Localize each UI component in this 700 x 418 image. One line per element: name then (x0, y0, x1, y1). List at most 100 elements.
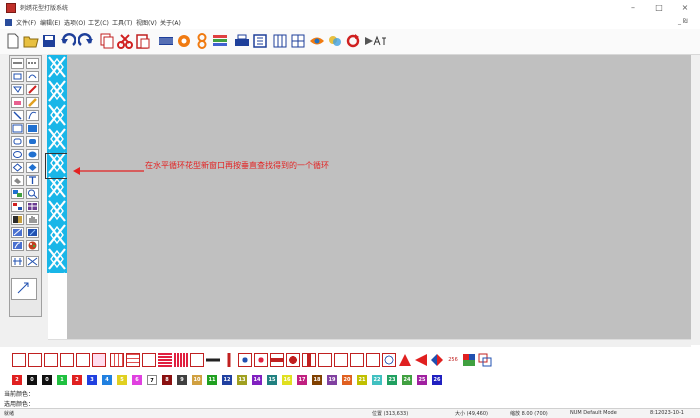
refresh-icon[interactable] (345, 33, 361, 49)
save-icon[interactable] (41, 33, 57, 49)
color-swatch[interactable]: 10 (192, 375, 202, 385)
warning-icon[interactable] (398, 353, 412, 367)
color-swatch[interactable]: 2 (72, 375, 82, 385)
color-swatch[interactable]: 25 (417, 375, 427, 385)
color-swatch[interactable]: 13 (237, 375, 247, 385)
color-swatch[interactable]: 12 (222, 375, 232, 385)
frame-tool-5[interactable] (76, 353, 90, 367)
brush-icon[interactable] (11, 227, 24, 238)
square-tool-3[interactable] (350, 353, 364, 367)
v-line-tool[interactable] (222, 353, 236, 367)
cut-icon[interactable] (117, 33, 133, 49)
circle-tool[interactable] (286, 353, 300, 367)
new-icon[interactable] (5, 33, 21, 49)
undo-icon[interactable] (60, 33, 76, 49)
curve-tool[interactable] (26, 110, 39, 121)
square-tool-4[interactable] (366, 353, 380, 367)
stripe-icon[interactable] (212, 33, 228, 49)
redo-icon[interactable] (78, 33, 94, 49)
vertical-scrollbar[interactable] (691, 55, 700, 345)
smear-icon[interactable] (11, 240, 24, 251)
rows-tool[interactable] (126, 353, 140, 367)
arrow-mix-icon[interactable] (430, 353, 444, 367)
diamond-fill-tool[interactable] (26, 162, 39, 173)
maximize-button[interactable]: □ (646, 2, 672, 14)
red-dot-tool[interactable] (254, 353, 268, 367)
layers-icon[interactable] (478, 353, 492, 367)
eraser-icon[interactable] (11, 97, 24, 108)
rect-fill-tool[interactable] (26, 123, 39, 134)
menu-edit[interactable]: 编辑(E) (40, 18, 60, 27)
diamond-tool[interactable] (11, 162, 24, 173)
color-swatch[interactable]: 4 (102, 375, 112, 385)
text-tool-icon[interactable] (26, 175, 39, 186)
minimize-button[interactable]: – (620, 2, 646, 14)
color-swatch[interactable]: 24 (402, 375, 412, 385)
color-swatch[interactable]: 21 (357, 375, 367, 385)
color-swatch[interactable]: 15 (267, 375, 277, 385)
columns-tool[interactable] (110, 353, 124, 367)
rect-outline-tool[interactable] (11, 123, 24, 134)
square-tool[interactable] (318, 353, 332, 367)
color-swatch[interactable]: 9 (177, 375, 187, 385)
color-swatch[interactable]: 11 (207, 375, 217, 385)
dashed-line-tool[interactable] (26, 58, 39, 69)
color-swatch[interactable]: 0 (27, 375, 37, 385)
h-line-tool[interactable] (206, 353, 220, 367)
palette-icon[interactable] (26, 240, 39, 251)
loop-icon[interactable] (194, 33, 210, 49)
arrange-icon[interactable] (11, 188, 24, 199)
rect-tool[interactable] (11, 71, 24, 82)
stripe-v-tool[interactable] (174, 353, 188, 367)
frame-tool-3[interactable] (44, 353, 58, 367)
ring-tool[interactable] (382, 353, 396, 367)
copy-icon[interactable] (99, 33, 115, 49)
color-blocks-icon[interactable] (462, 353, 476, 367)
pointer-icon[interactable] (11, 278, 37, 300)
text-icon[interactable] (372, 33, 388, 49)
blank-tool[interactable] (190, 353, 204, 367)
pencil-icon[interactable] (26, 97, 39, 108)
round-rect-fill-tool[interactable] (26, 136, 39, 147)
print-icon[interactable] (234, 33, 250, 49)
color-swatch[interactable]: 16 (282, 375, 292, 385)
arrow-left-icon[interactable] (414, 353, 428, 367)
eye-icon[interactable] (309, 33, 325, 49)
color-swatch[interactable]: 7 (147, 375, 157, 385)
ellipse-tool[interactable] (11, 149, 24, 160)
frame-tool-4[interactable] (60, 353, 74, 367)
pen-icon[interactable] (26, 84, 39, 95)
hand-icon[interactable] (26, 214, 39, 225)
frame-tool-2[interactable] (28, 353, 42, 367)
color-swatch[interactable]: 1 (57, 375, 67, 385)
line-tool[interactable] (11, 58, 24, 69)
column-tool[interactable] (302, 353, 316, 367)
drawing-canvas[interactable] (67, 55, 691, 339)
256-colors-icon[interactable]: 256 (446, 353, 460, 367)
color-swatch[interactable]: 22 (372, 375, 382, 385)
columns-icon[interactable] (272, 33, 288, 49)
diagonal-line-tool[interactable] (11, 110, 24, 121)
bar-tool[interactable] (270, 353, 284, 367)
spray-icon[interactable] (26, 227, 39, 238)
stitch-tool-icon[interactable] (11, 201, 24, 212)
gear-icon[interactable] (176, 33, 192, 49)
transform-icon[interactable] (26, 256, 39, 267)
square-tool-2[interactable] (334, 353, 348, 367)
color-swatch[interactable]: 3 (87, 375, 97, 385)
round-rect-tool[interactable] (11, 136, 24, 147)
color-swatch[interactable]: 8 (162, 375, 172, 385)
menu-view[interactable]: 视图(V) (136, 18, 157, 27)
close-button[interactable]: × (672, 2, 698, 14)
menu-options[interactable]: 选项(O) (64, 18, 85, 27)
color-icon[interactable] (327, 33, 343, 49)
stitch-pattern-icon[interactable] (158, 33, 174, 49)
polygon-tool[interactable] (11, 84, 24, 95)
paste-icon[interactable] (135, 33, 151, 49)
open-icon[interactable] (23, 33, 39, 49)
color-swatch[interactable]: 19 (327, 375, 337, 385)
grid-icon[interactable] (290, 33, 306, 49)
color-swatch[interactable]: 17 (297, 375, 307, 385)
menu-craft[interactable]: 工艺(C) (88, 18, 109, 27)
frame-tool-6[interactable] (92, 353, 106, 367)
